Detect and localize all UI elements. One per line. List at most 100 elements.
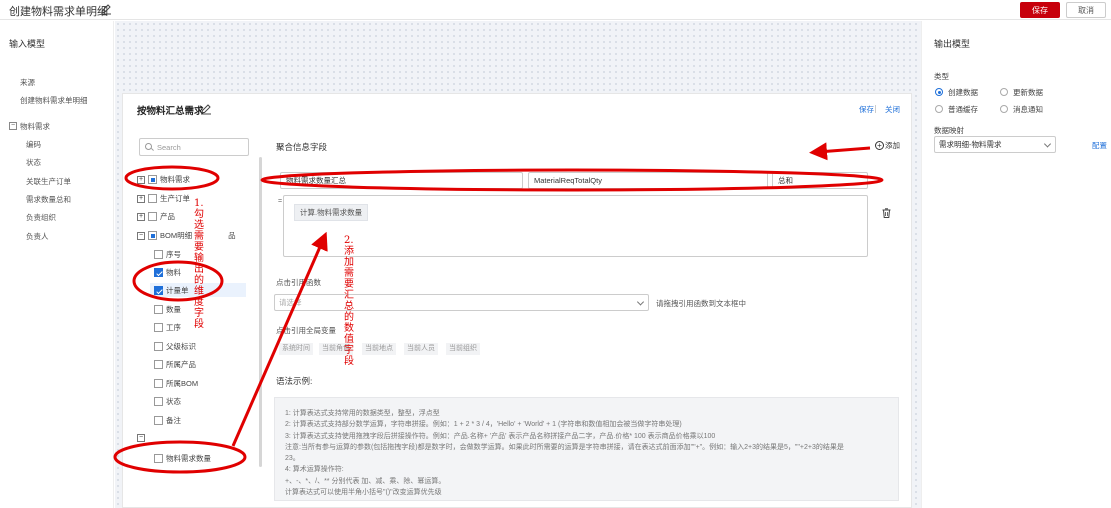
annotation-note-2: 2.添加需要汇总的数值字段 xyxy=(344,235,354,367)
node-close-link[interactable]: 关闭 xyxy=(885,104,900,115)
field-status[interactable]: 状态 xyxy=(26,157,41,168)
input-model-title: 输入模型 xyxy=(9,39,46,49)
tree-leaf-remark[interactable]: 备注 xyxy=(154,415,181,426)
tree-node-calc[interactable]: − xyxy=(137,434,148,442)
tree-leaf-owner-bom[interactable]: 所属BOM xyxy=(154,378,198,389)
checkbox-checked[interactable] xyxy=(154,286,163,295)
syntax-example-box: 1: 计算表达式支持常用的数据类型，整型，浮点型 2: 计算表达式支持部分数学运… xyxy=(274,397,899,501)
chevron-down-icon xyxy=(636,297,645,306)
var-chip-org[interactable]: 当前组织 xyxy=(446,343,480,355)
tree-node-production-order[interactable]: + 生产订单 xyxy=(137,193,190,204)
node-save-link[interactable]: 保存 xyxy=(859,104,874,115)
checkbox[interactable] xyxy=(148,212,157,221)
syntax-line: 3: 计算表达式支持使用拖拽字段后拼接操作符。例如：产品.名称+ '产品' 表示… xyxy=(285,433,716,440)
link-divider xyxy=(875,105,876,113)
field-code[interactable]: 编码 xyxy=(26,139,41,150)
field-production-order[interactable]: 关联生产订单 xyxy=(26,176,71,187)
formula-field-tag[interactable]: 计算.物料需求数量 xyxy=(294,204,369,221)
checkbox[interactable] xyxy=(154,250,163,259)
type-cache[interactable]: 普通缓存 xyxy=(948,104,978,115)
field-demand-total[interactable]: 需求数量总和 xyxy=(26,194,71,205)
agg-func-select[interactable]: 总和 xyxy=(772,172,868,189)
source-value: 创建物料需求单明细 xyxy=(20,96,88,105)
field-search-input[interactable]: Search xyxy=(139,138,249,156)
plus-circle-icon: + xyxy=(875,141,884,150)
var-chip-location[interactable]: 当前地点 xyxy=(362,343,396,355)
tree-leaf-status[interactable]: 状态 xyxy=(154,396,181,407)
checkbox[interactable] xyxy=(154,305,163,314)
checkbox[interactable] xyxy=(148,231,157,240)
collapse-icon[interactable]: − xyxy=(9,122,17,130)
tree-node-bom-detail[interactable]: − BOM明细 品 xyxy=(137,230,236,241)
checkbox-checked[interactable] xyxy=(154,268,163,277)
search-icon xyxy=(145,143,152,150)
func-select[interactable]: 请选择 xyxy=(274,294,649,311)
radio-cache[interactable] xyxy=(935,105,943,113)
type-message[interactable]: 消息通知 xyxy=(1013,104,1043,115)
tree-root-material-demand[interactable]: 物料需求 xyxy=(20,121,50,132)
mapping-select[interactable]: 需求明细-物料需求 xyxy=(934,136,1056,153)
func-hint: 请拖拽引用函数到文本框中 xyxy=(656,299,746,308)
tree-node-product[interactable]: + 产品 xyxy=(137,211,175,222)
tree-leaf-process[interactable]: 工序 xyxy=(154,322,181,333)
tree-leaf-owner-product[interactable]: 所属产品 xyxy=(154,359,196,370)
type-update-data[interactable]: 更新数据 xyxy=(1013,87,1043,98)
page-title: 创建物料需求单明细 xyxy=(9,6,108,18)
radio-update-data[interactable] xyxy=(1000,88,1008,96)
var-chip-system-time[interactable]: 系统时间 xyxy=(279,343,313,355)
input-model-panel: 输入模型 来源 创建物料需求单明细 − 物料需求 编码 状态 关联生产订单 需求… xyxy=(0,21,114,508)
add-field-button[interactable]: + 添加 xyxy=(875,140,900,151)
checkbox[interactable] xyxy=(148,175,157,184)
func-ref-label: 点击引用函数 xyxy=(276,278,321,287)
field-owner[interactable]: 负责人 xyxy=(26,231,49,242)
checkbox[interactable] xyxy=(154,323,163,332)
syntax-line: 4: 算术运算操作符: xyxy=(285,466,344,473)
radio-create-data[interactable] xyxy=(935,88,943,96)
checkbox[interactable] xyxy=(154,397,163,406)
node-title: 按物料汇总需求 xyxy=(137,106,204,117)
source-label: 来源 xyxy=(20,78,35,87)
expand-icon[interactable]: + xyxy=(137,212,145,221)
syntax-line: 2: 计算表达式支持部分数学运算，字符串拼接。例如：1 + 2 * 3 / 4，… xyxy=(285,421,682,428)
expand-icon[interactable]: + xyxy=(137,175,145,184)
syntax-line: 1: 计算表达式支持常用的数据类型，整型，浮点型 xyxy=(285,410,440,417)
type-label: 类型 xyxy=(934,72,949,81)
checkbox[interactable] xyxy=(154,416,163,425)
output-model-panel: 输出模型 类型 创建数据 更新数据 普通缓存 消息通知 数据映射 需求明细-物料… xyxy=(921,21,1111,508)
equals-sign: = xyxy=(278,198,283,205)
tree-leaf-seq[interactable]: 序号 xyxy=(154,249,181,260)
tree-leaf-qty[interactable]: 数量 xyxy=(154,304,181,315)
var-chip-person[interactable]: 当前人员 xyxy=(404,343,438,355)
trash-icon[interactable] xyxy=(882,208,891,218)
field-org[interactable]: 负责组织 xyxy=(26,212,56,223)
agg-field-name-input[interactable]: 物料需求数量汇总 xyxy=(280,172,523,189)
checkbox[interactable] xyxy=(154,454,163,463)
collapse-icon[interactable]: − xyxy=(137,231,145,240)
edit-node-icon[interactable] xyxy=(200,103,212,115)
global-var-label: 点击引用全局变量 xyxy=(276,326,336,335)
collapse-icon[interactable]: − xyxy=(137,434,145,442)
radio-message[interactable] xyxy=(1000,105,1008,113)
tree-scrollbar[interactable] xyxy=(259,157,262,467)
formula-editor[interactable]: 计算.物料需求数量 xyxy=(283,195,868,257)
syntax-line: +、-、*、/、** 分别代表 加、减、乘、除、幂运算。 xyxy=(285,478,446,485)
agg-field-code-input[interactable]: MaterialReqTotalQty xyxy=(528,172,768,189)
syntax-title: 语法示例: xyxy=(276,376,313,386)
syntax-line: 注意:当所有参与运算的参数(包括拖拽字段)都是数字时，会做数学运算。如果此时所需… xyxy=(285,444,844,451)
edit-title-icon[interactable] xyxy=(100,3,112,15)
tree-leaf-material[interactable]: 物料 xyxy=(154,267,181,278)
checkbox[interactable] xyxy=(154,379,163,388)
mapping-label: 数据映射 xyxy=(934,126,964,135)
save-button[interactable]: 保存 xyxy=(1020,2,1060,18)
tree-node-material-demand[interactable]: + 物料需求 xyxy=(137,174,190,185)
checkbox[interactable] xyxy=(154,360,163,369)
config-link[interactable]: 配置 xyxy=(1092,140,1107,151)
tree-leaf-measure-unit[interactable]: 计量单 xyxy=(154,285,189,296)
tree-leaf-calc-qty[interactable]: 物料需求数量 xyxy=(154,453,211,464)
tree-leaf-parent-id[interactable]: 父级标识 xyxy=(154,341,196,352)
checkbox[interactable] xyxy=(148,194,157,203)
checkbox[interactable] xyxy=(154,342,163,351)
expand-icon[interactable]: + xyxy=(137,194,145,203)
cancel-button[interactable]: 取消 xyxy=(1066,2,1106,18)
type-create-data[interactable]: 创建数据 xyxy=(948,87,978,98)
